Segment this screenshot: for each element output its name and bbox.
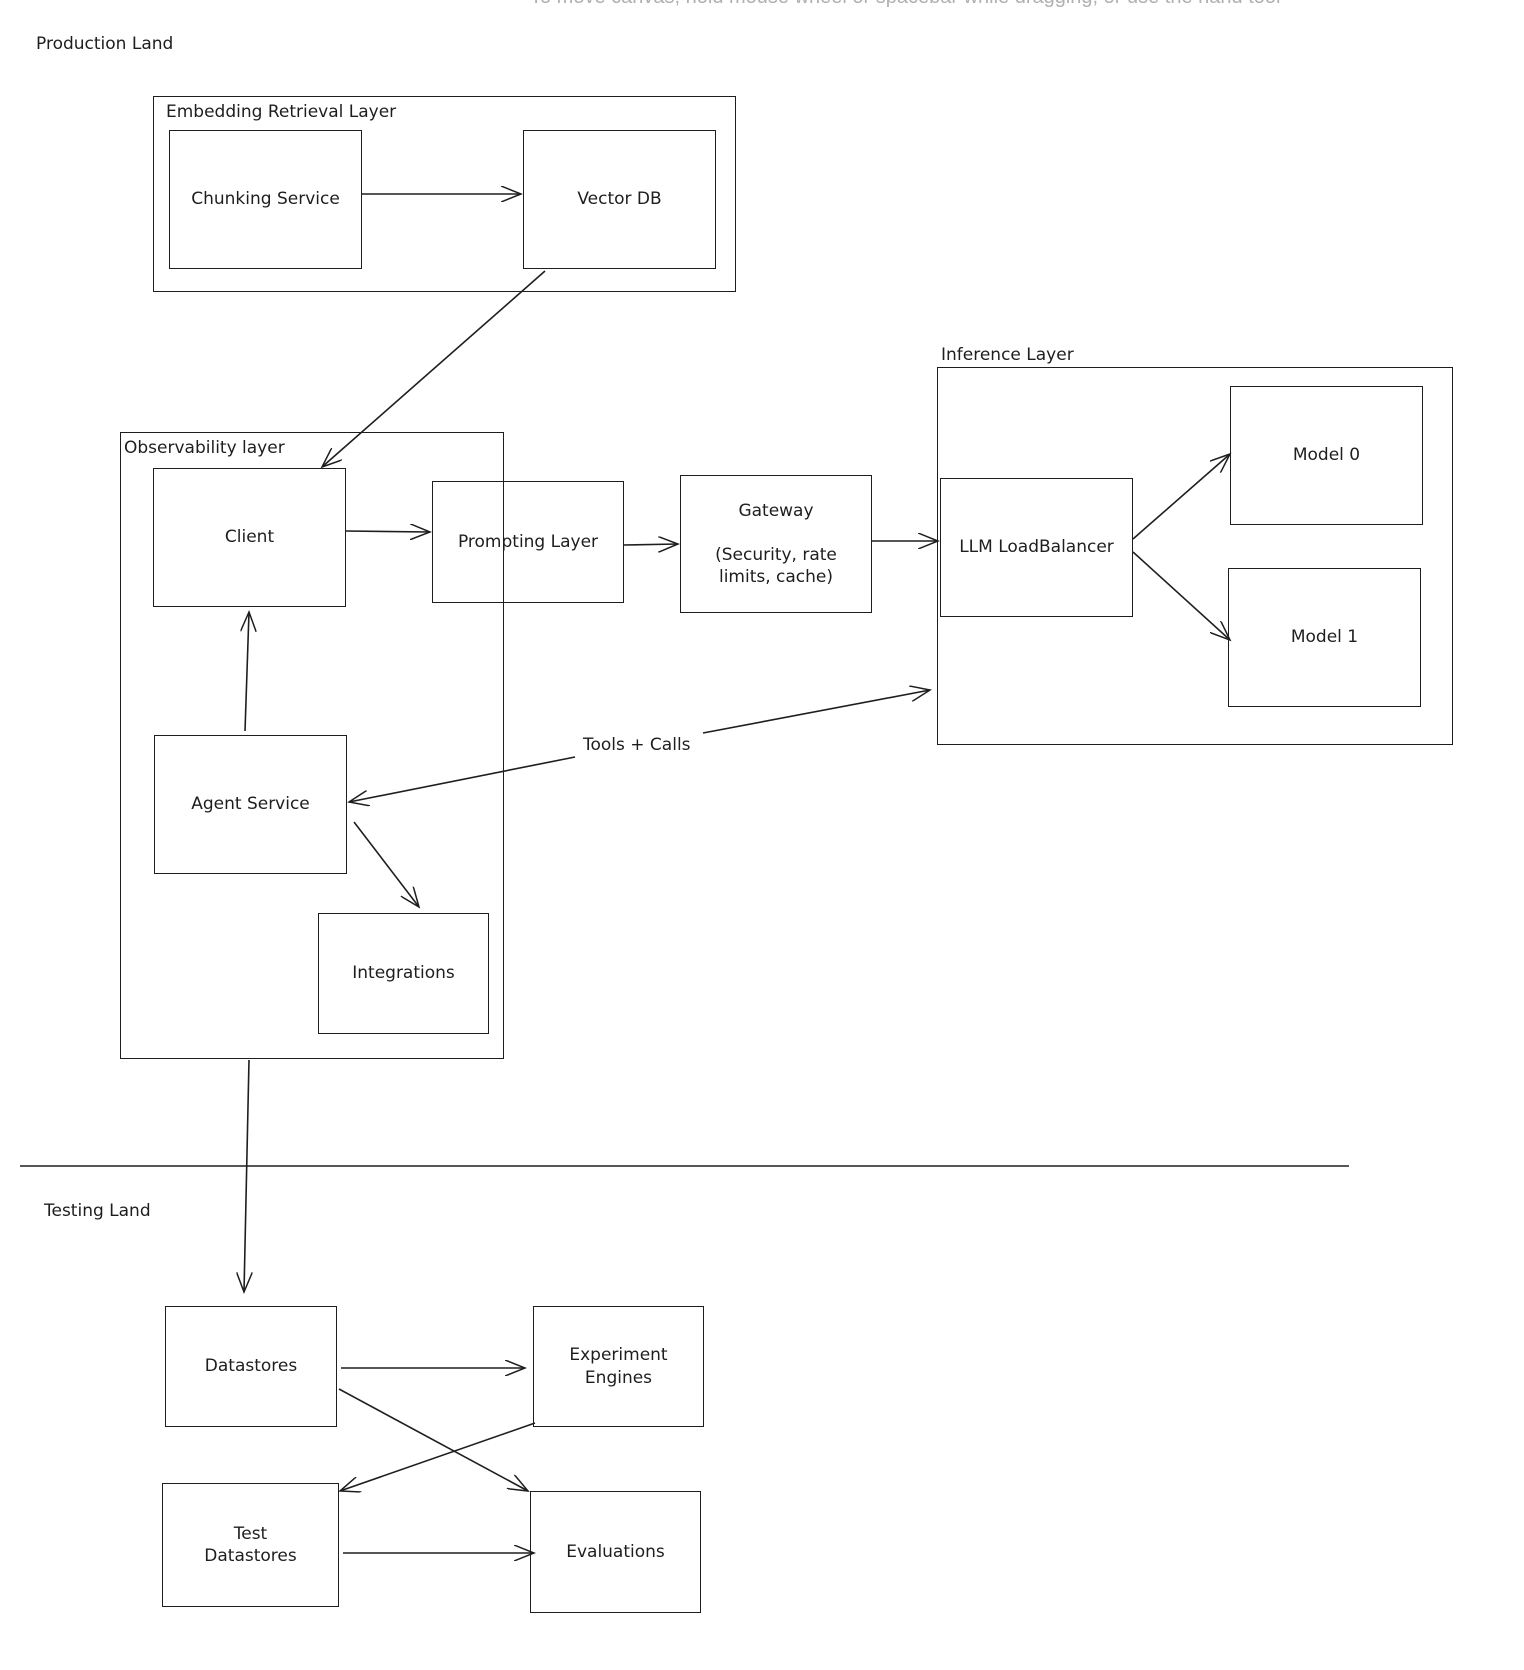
edge-lb-to-model0 bbox=[1132, 454, 1230, 540]
edge-vectordb-to-client bbox=[322, 270, 546, 467]
edge-lb-to-model1 bbox=[1132, 551, 1230, 640]
diagram-canvas[interactable]: To move canvas, hold mouse wheel or spac… bbox=[0, 0, 1524, 1670]
edge-experiment-to-testdatastores bbox=[340, 1422, 536, 1491]
edge-agent-to-client bbox=[245, 612, 249, 732]
edge-datastores-to-evaluations bbox=[338, 1388, 528, 1491]
edge-agent-to-integrations bbox=[353, 821, 419, 907]
edge-observability-to-datastores bbox=[244, 1059, 249, 1292]
edge-tools-to-agent bbox=[349, 756, 576, 802]
edge-prompting-to-gateway bbox=[623, 544, 678, 545]
edges-layer bbox=[20, 0, 1349, 1670]
edge-client-to-prompting bbox=[345, 531, 430, 532]
edge-tools-to-inference bbox=[702, 690, 930, 734]
